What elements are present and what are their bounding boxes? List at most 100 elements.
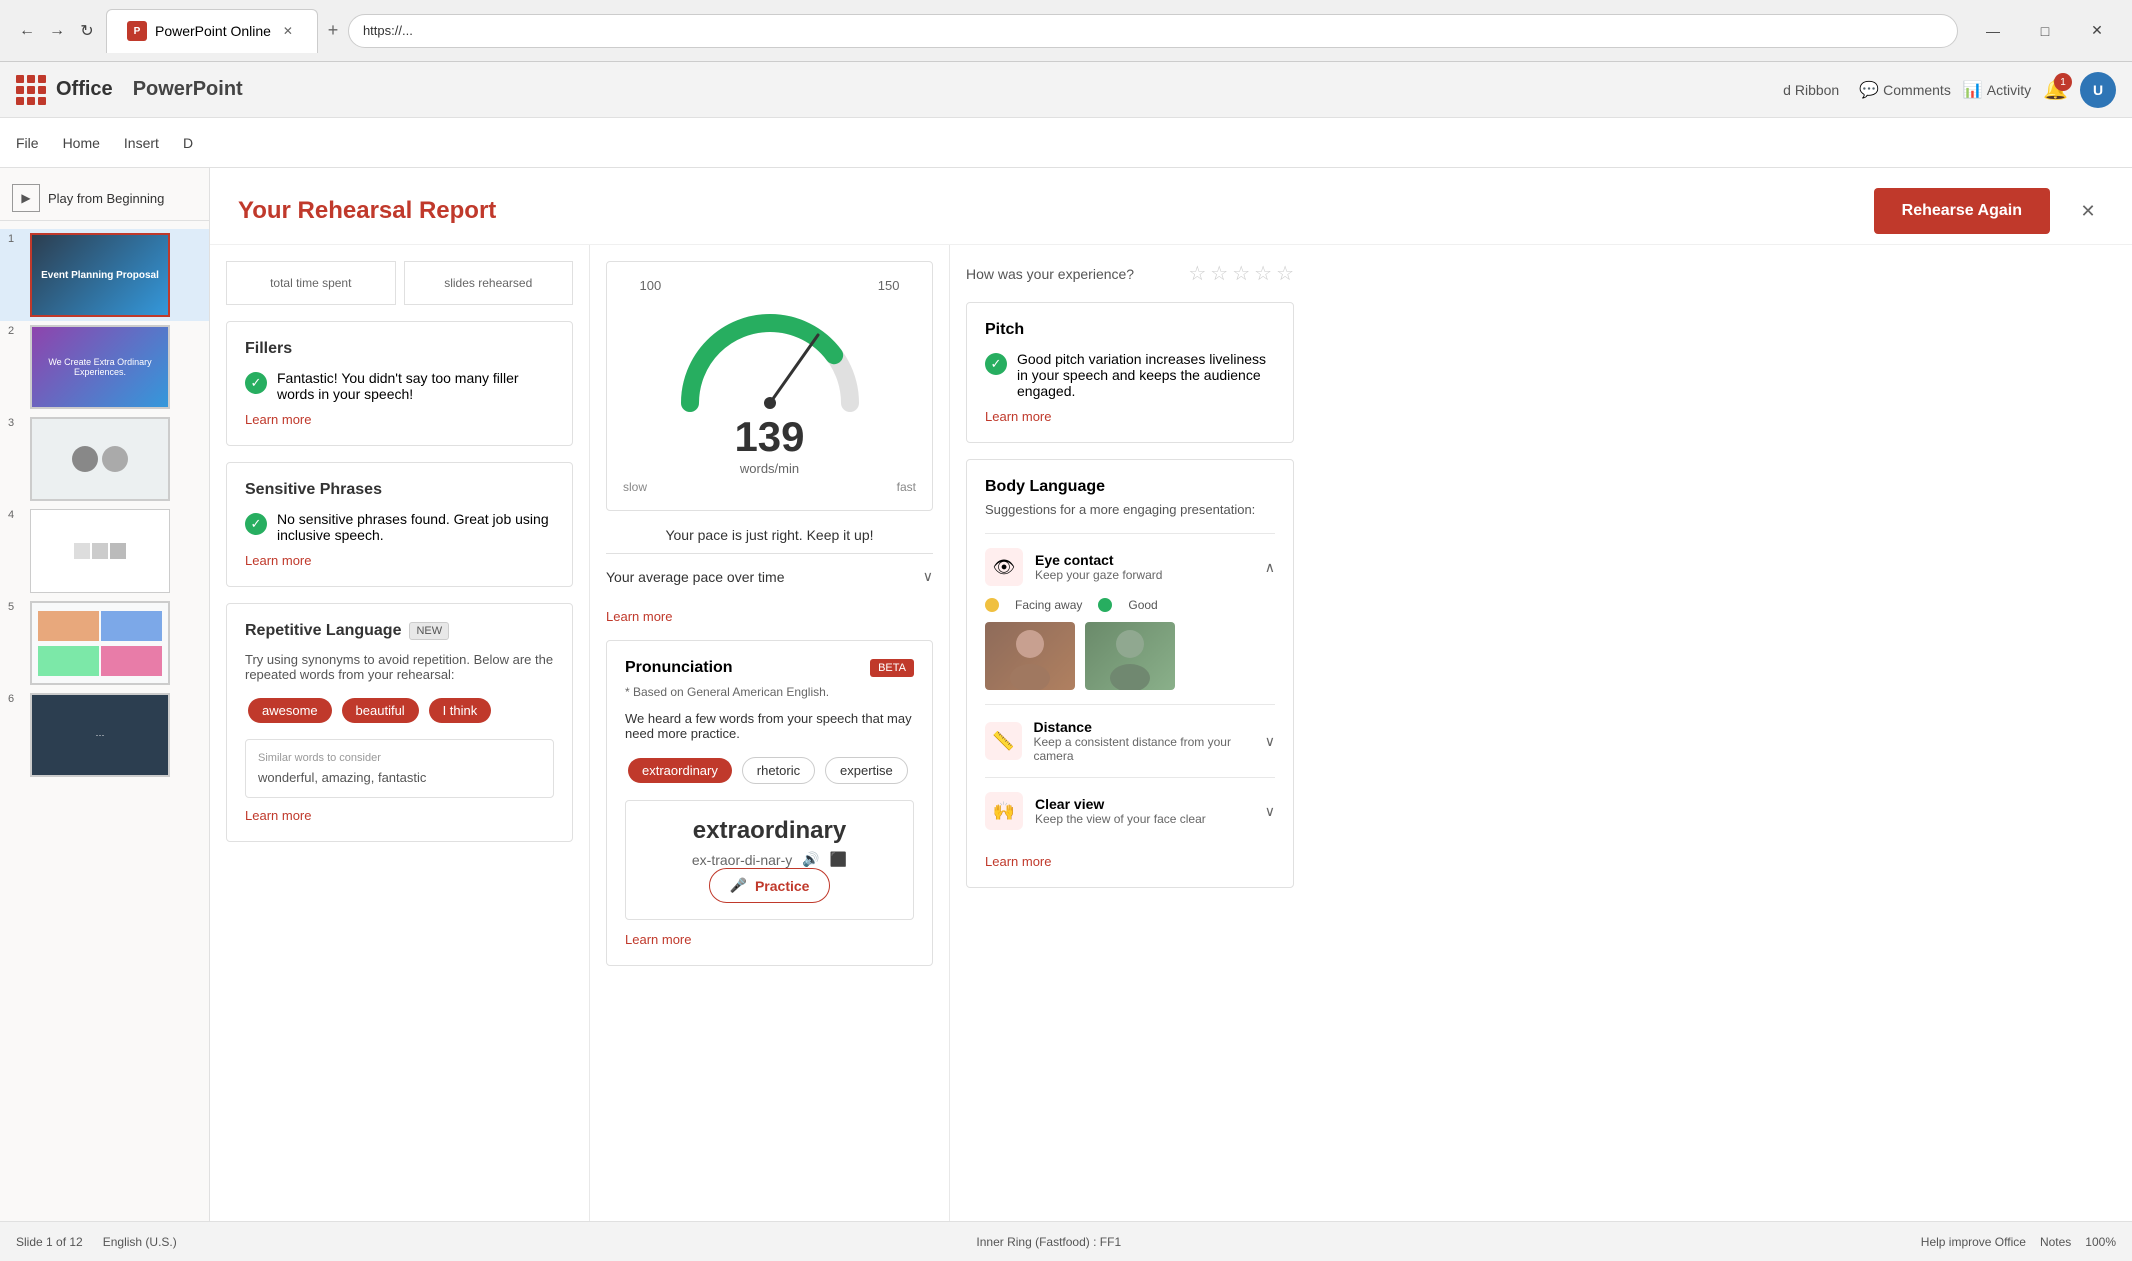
minimize-button[interactable]: — bbox=[1970, 16, 2016, 46]
main-area: ▶ Play from Beginning 1 Event Planning P… bbox=[0, 168, 2132, 1221]
pitch-learn-more[interactable]: Learn more bbox=[985, 409, 1275, 424]
notes-button[interactable]: Notes bbox=[2040, 1235, 2071, 1249]
total-time-stat: total time spent bbox=[226, 261, 396, 305]
slide-thumbnail-3 bbox=[30, 417, 170, 501]
ribbon-toggle-button[interactable]: d Ribbon bbox=[1775, 78, 1847, 102]
slide-thumb-content-6: ··· bbox=[32, 695, 168, 775]
app-grid-icon[interactable] bbox=[16, 75, 46, 105]
beta-badge: BETA bbox=[870, 659, 914, 677]
body-language-subtitle: Suggestions for a more engaging presenta… bbox=[985, 502, 1275, 517]
pron-tag-extraordinary[interactable]: extraordinary bbox=[628, 758, 732, 783]
browser-chrome: ← → ↻ P PowerPoint Online ✕ + https://..… bbox=[0, 0, 2132, 62]
distance-item: 📏 Distance Keep a consistent distance fr… bbox=[985, 704, 1275, 777]
sensitive-learn-more[interactable]: Learn more bbox=[245, 553, 554, 568]
help-improve-label[interactable]: Help improve Office bbox=[1921, 1235, 2026, 1249]
close-panel-button[interactable]: ✕ bbox=[2072, 195, 2104, 227]
star-1[interactable]: ☆ bbox=[1188, 261, 1206, 286]
slide-thumbnail-5 bbox=[30, 601, 170, 685]
star-2[interactable]: ☆ bbox=[1210, 261, 1228, 286]
practice-button[interactable]: 🎤 Practice bbox=[709, 868, 831, 903]
distance-title: Distance bbox=[1034, 719, 1265, 735]
fillers-message: Fantastic! You didn't say too many fille… bbox=[277, 370, 554, 402]
body-language-learn-more[interactable]: Learn more bbox=[985, 854, 1275, 869]
tag-awesome[interactable]: awesome bbox=[248, 698, 332, 723]
distance-header[interactable]: 📏 Distance Keep a consistent distance fr… bbox=[985, 719, 1275, 763]
rehearsal-header: Your Rehearsal Report Rehearse Again ✕ bbox=[210, 168, 2132, 245]
distance-icon: 📏 bbox=[985, 722, 1022, 760]
slide-6[interactable]: 6 ··· bbox=[0, 689, 209, 781]
refresh-button[interactable]: ↻ bbox=[72, 16, 102, 46]
fillers-learn-more[interactable]: Learn more bbox=[245, 412, 554, 427]
face-image-away bbox=[985, 622, 1075, 690]
maximize-button[interactable]: □ bbox=[2022, 16, 2068, 46]
clear-view-left: 🙌 Clear view Keep the view of your face … bbox=[985, 792, 1206, 830]
pronunciation-word-tags: extraordinary rhetoric expertise bbox=[625, 753, 914, 788]
tag-ithink[interactable]: I think bbox=[429, 698, 492, 723]
slide-3[interactable]: 3 bbox=[0, 413, 209, 505]
distance-info: Distance Keep a consistent distance from… bbox=[1034, 719, 1265, 763]
play-from-beginning-label: Play from Beginning bbox=[48, 191, 164, 206]
clear-view-item: 🙌 Clear view Keep the view of your face … bbox=[985, 777, 1275, 844]
pronunciation-learn-more[interactable]: Learn more bbox=[625, 932, 914, 947]
star-4[interactable]: ☆ bbox=[1254, 261, 1272, 286]
slide-4[interactable]: 4 bbox=[0, 505, 209, 597]
fillers-check-icon: ✓ bbox=[245, 372, 267, 394]
clear-view-header[interactable]: 🙌 Clear view Keep the view of your face … bbox=[985, 792, 1275, 830]
language-label: English (U.S.) bbox=[103, 1235, 177, 1249]
star-3[interactable]: ☆ bbox=[1232, 261, 1250, 286]
slide-2[interactable]: 2 We Create Extra Ordinary Experiences. bbox=[0, 321, 209, 413]
slide-number-2: 2 bbox=[8, 325, 22, 337]
office-logo[interactable]: Office PowerPoint bbox=[16, 75, 243, 105]
tab-close-button[interactable]: ✕ bbox=[279, 22, 297, 40]
notifications-button[interactable]: 🔔 1 bbox=[2043, 77, 2068, 102]
word-big: extraordinary bbox=[642, 817, 897, 845]
slide-5[interactable]: 5 bbox=[0, 597, 209, 689]
sensitive-success-row: ✓ No sensitive phrases found. Great job … bbox=[245, 511, 554, 543]
repetitive-learn-more[interactable]: Learn more bbox=[245, 808, 554, 823]
pron-tag-expertise[interactable]: expertise bbox=[825, 757, 908, 784]
slide-number-5: 5 bbox=[8, 601, 22, 613]
clear-view-title: Clear view bbox=[1035, 796, 1206, 812]
pron-tag-rhetoric[interactable]: rhetoric bbox=[742, 757, 815, 784]
slide-1[interactable]: 1 Event Planning Proposal bbox=[0, 229, 209, 321]
captions-icon[interactable]: ⬛ bbox=[830, 851, 847, 868]
face-images bbox=[985, 622, 1275, 690]
tab-home[interactable]: Home bbox=[63, 131, 100, 155]
pronunciation-title: Pronunciation bbox=[625, 659, 733, 677]
eye-contact-chevron-up: ∧ bbox=[1265, 559, 1275, 576]
address-bar[interactable]: https://... bbox=[348, 14, 1958, 48]
close-button[interactable]: ✕ bbox=[2074, 16, 2120, 46]
avg-pace-row[interactable]: Your average pace over time ∨ bbox=[606, 553, 933, 599]
eye-contact-title: Eye contact bbox=[1035, 552, 1162, 568]
tab-icon: P bbox=[127, 21, 147, 41]
activity-button[interactable]: 📊 Activity bbox=[1963, 80, 2031, 100]
experience-row: How was your experience? ☆ ☆ ☆ ☆ ☆ bbox=[966, 261, 1294, 286]
forward-button[interactable]: → bbox=[42, 16, 72, 46]
comments-button[interactable]: 💬 Comments bbox=[1859, 80, 1951, 100]
experience-label: How was your experience? bbox=[966, 266, 1134, 282]
slide-number-4: 4 bbox=[8, 509, 22, 521]
eye-contact-header[interactable]: 👁 Eye contact Keep your gaze forward ∧ bbox=[985, 548, 1275, 586]
user-avatar[interactable]: U bbox=[2080, 72, 2116, 108]
slide-thumbnail-2: We Create Extra Ordinary Experiences. bbox=[30, 325, 170, 409]
browser-tab[interactable]: P PowerPoint Online ✕ bbox=[106, 9, 318, 53]
sensitive-phrases-card: Sensitive Phrases ✓ No sensitive phrases… bbox=[226, 462, 573, 587]
sensitive-check-icon: ✓ bbox=[245, 513, 267, 535]
pace-learn-more[interactable]: Learn more bbox=[606, 609, 933, 624]
tab-insert[interactable]: Insert bbox=[124, 131, 159, 155]
star-5[interactable]: ☆ bbox=[1276, 261, 1294, 286]
office-right: d Ribbon 💬 Comments 📊 Activity 🔔 1 U bbox=[1775, 72, 2116, 108]
tag-beautiful[interactable]: beautiful bbox=[342, 698, 419, 723]
audio-icon[interactable]: 🔊 bbox=[802, 851, 819, 868]
rehearse-again-button[interactable]: Rehearse Again bbox=[1874, 188, 2050, 234]
back-button[interactable]: ← bbox=[12, 16, 42, 46]
new-tab-button[interactable]: + bbox=[318, 16, 348, 46]
tab-file[interactable]: File bbox=[16, 131, 39, 155]
tab-design[interactable]: D bbox=[183, 131, 193, 155]
distance-desc: Keep a consistent distance from your cam… bbox=[1034, 735, 1265, 763]
play-from-beginning-button[interactable]: ▶ Play from Beginning bbox=[0, 176, 209, 221]
pronunciation-desc: We heard a few words from your speech th… bbox=[625, 711, 914, 741]
window-controls: — □ ✕ bbox=[1970, 16, 2120, 46]
total-time-label: total time spent bbox=[241, 276, 381, 290]
synonyms-label: Similar words to consider bbox=[258, 752, 541, 764]
